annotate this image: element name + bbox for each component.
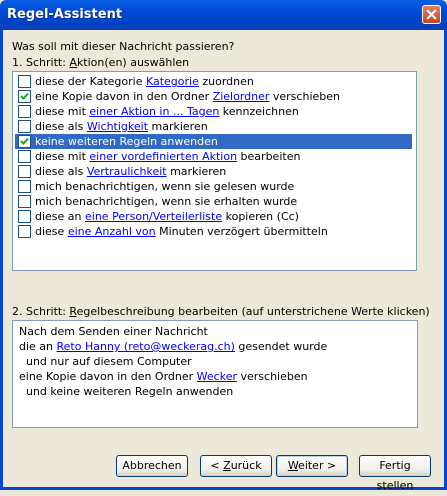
- text-segment: kennzeichnen: [219, 105, 299, 118]
- value-link[interactable]: Zielordner: [213, 90, 270, 103]
- action-label: diese als Wichtigkeit markieren: [35, 119, 208, 134]
- text-segment: eine Kopie davon in den Ordner: [35, 90, 213, 103]
- action-checkbox[interactable]: [18, 75, 31, 88]
- text-segment: mich benachrichtigen, wenn sie erhalten …: [35, 195, 298, 208]
- action-item[interactable]: diese als Vertraulichkeit markieren: [15, 164, 412, 179]
- action-checkbox[interactable]: [18, 165, 31, 178]
- value-link[interactable]: eine Person/Verteilerliste: [85, 210, 222, 223]
- action-item[interactable]: diese eine Anzahl von Minuten verzögert …: [15, 224, 412, 239]
- action-label: diese an eine Person/Verteilerliste kopi…: [35, 209, 299, 224]
- text-segment: diese an: [35, 210, 86, 223]
- text-segment: eine Kopie davon in den Ordner: [19, 370, 197, 383]
- actions-list[interactable]: diese der Kategorie Kategorie zuordnen ei…: [12, 71, 417, 271]
- text-segment: diese mit: [35, 105, 90, 118]
- checkmark-icon: [20, 92, 29, 100]
- action-checkbox[interactable]: [18, 135, 31, 148]
- action-item[interactable]: diese an eine Person/Verteilerliste kopi…: [15, 209, 412, 224]
- rule-description-box[interactable]: Nach dem Senden einer Nachricht die an Re…: [12, 320, 418, 428]
- value-link[interactable]: einer Aktion in ... Tagen: [89, 105, 219, 118]
- step1-label: 1. Schritt: Aktion(en) auswählen: [12, 56, 190, 69]
- action-label: diese als Vertraulichkeit markieren: [35, 164, 226, 179]
- action-checkbox[interactable]: [18, 120, 31, 133]
- action-checkbox[interactable]: [18, 105, 31, 118]
- text-segment: diese als: [35, 120, 87, 133]
- checkmark-icon: [20, 137, 29, 145]
- value-link[interactable]: Wichtigkeit: [87, 120, 148, 133]
- text-segment: Minuten verzögert übermitteln: [155, 225, 328, 238]
- action-item[interactable]: eine Kopie davon in den Ordner Zielordne…: [15, 89, 412, 104]
- text-segment: diese der Kategorie: [35, 75, 146, 88]
- description-line: und keine weiteren Regeln anwenden: [19, 384, 233, 399]
- text-segment: Nach dem Senden einer Nachricht: [19, 325, 208, 338]
- text-segment: und keine weiteren Regeln anwenden: [19, 385, 234, 398]
- action-checkbox[interactable]: [18, 150, 31, 163]
- text-segment: kopieren (Cc): [222, 210, 299, 223]
- action-label: diese mit einer vordefinierten Aktion be…: [35, 149, 300, 164]
- window-title: Regel-Assistent: [7, 7, 123, 22]
- next-button[interactable]: Weiter >: [276, 455, 348, 477]
- text-segment: diese mit: [35, 150, 90, 163]
- description-line: die an Reto Hanny (reto@weckerag.ch) ges…: [19, 339, 327, 354]
- back-button[interactable]: < Zurück: [200, 455, 272, 477]
- action-item[interactable]: diese mit einer Aktion in ... Tagen kenn…: [15, 104, 412, 119]
- value-link[interactable]: Kategorie: [146, 75, 199, 88]
- text-segment: die an: [19, 340, 57, 353]
- value-link[interactable]: Wecker: [197, 370, 237, 383]
- close-button[interactable]: [422, 5, 441, 24]
- close-icon: [426, 9, 437, 20]
- text-segment: verschieben: [269, 90, 340, 103]
- action-label: diese der Kategorie Kategorie zuordnen: [35, 74, 254, 89]
- action-item[interactable]: diese als Wichtigkeit markieren: [15, 119, 412, 134]
- text-segment: und nur auf diesem Computer: [19, 355, 192, 368]
- value-link[interactable]: Vertraulichkeit: [87, 165, 167, 178]
- description-line: eine Kopie davon in den Ordner Wecker ve…: [19, 369, 308, 384]
- action-label: diese mit einer Aktion in ... Tagen kenn…: [35, 104, 299, 119]
- action-checkbox[interactable]: [18, 90, 31, 103]
- prompt-label: Was soll mit dieser Nachricht passieren?: [12, 40, 235, 53]
- value-link[interactable]: eine Anzahl von: [68, 225, 156, 238]
- title-bar: Regel-Assistent: [0, 0, 447, 30]
- text-segment: markieren: [166, 165, 227, 178]
- text-segment: diese als: [35, 165, 87, 178]
- action-item[interactable]: keine weiteren Regeln anwenden: [15, 134, 412, 149]
- action-item[interactable]: mich benachrichtigen, wenn sie erhalten …: [15, 194, 412, 209]
- action-checkbox[interactable]: [18, 225, 31, 238]
- action-item[interactable]: mich benachrichtigen, wenn sie gelesen w…: [15, 179, 412, 194]
- description-line: und nur auf diesem Computer: [19, 354, 192, 369]
- value-link[interactable]: Reto Hanny (reto@weckerag.ch): [57, 340, 235, 353]
- cancel-button[interactable]: Abbrechen: [116, 455, 188, 477]
- description-line: Nach dem Senden einer Nachricht: [19, 324, 208, 339]
- finish-button[interactable]: Fertig stellen: [359, 455, 431, 492]
- text-segment: bearbeiten: [237, 150, 301, 163]
- action-item[interactable]: diese der Kategorie Kategorie zuordnen: [15, 74, 412, 89]
- action-label: eine Kopie davon in den Ordner Zielordne…: [35, 89, 340, 104]
- action-checkbox[interactable]: [18, 180, 31, 193]
- action-item[interactable]: diese mit einer vordefinierten Aktion be…: [15, 149, 412, 164]
- action-label: diese eine Anzahl von Minuten verzögert …: [35, 224, 328, 239]
- action-label: keine weiteren Regeln anwenden: [35, 134, 218, 149]
- action-checkbox[interactable]: [18, 195, 31, 208]
- text-segment: markieren: [148, 120, 208, 133]
- action-label: mich benachrichtigen, wenn sie gelesen w…: [35, 179, 294, 194]
- text-segment: zuordnen: [198, 75, 254, 88]
- step2-label: 2. Schritt: Regelbeschreibung bearbeiten…: [12, 305, 430, 318]
- text-segment: gesendet wurde: [234, 340, 328, 353]
- action-checkbox[interactable]: [18, 210, 31, 223]
- text-segment: verschieben: [237, 370, 308, 383]
- action-label: mich benachrichtigen, wenn sie erhalten …: [35, 194, 297, 209]
- text-segment: mich benachrichtigen, wenn sie gelesen w…: [35, 180, 295, 193]
- value-link[interactable]: einer vordefinierten Aktion: [89, 150, 237, 163]
- text-segment: diese: [35, 225, 68, 238]
- text-segment: keine weiteren Regeln anwenden: [35, 135, 218, 148]
